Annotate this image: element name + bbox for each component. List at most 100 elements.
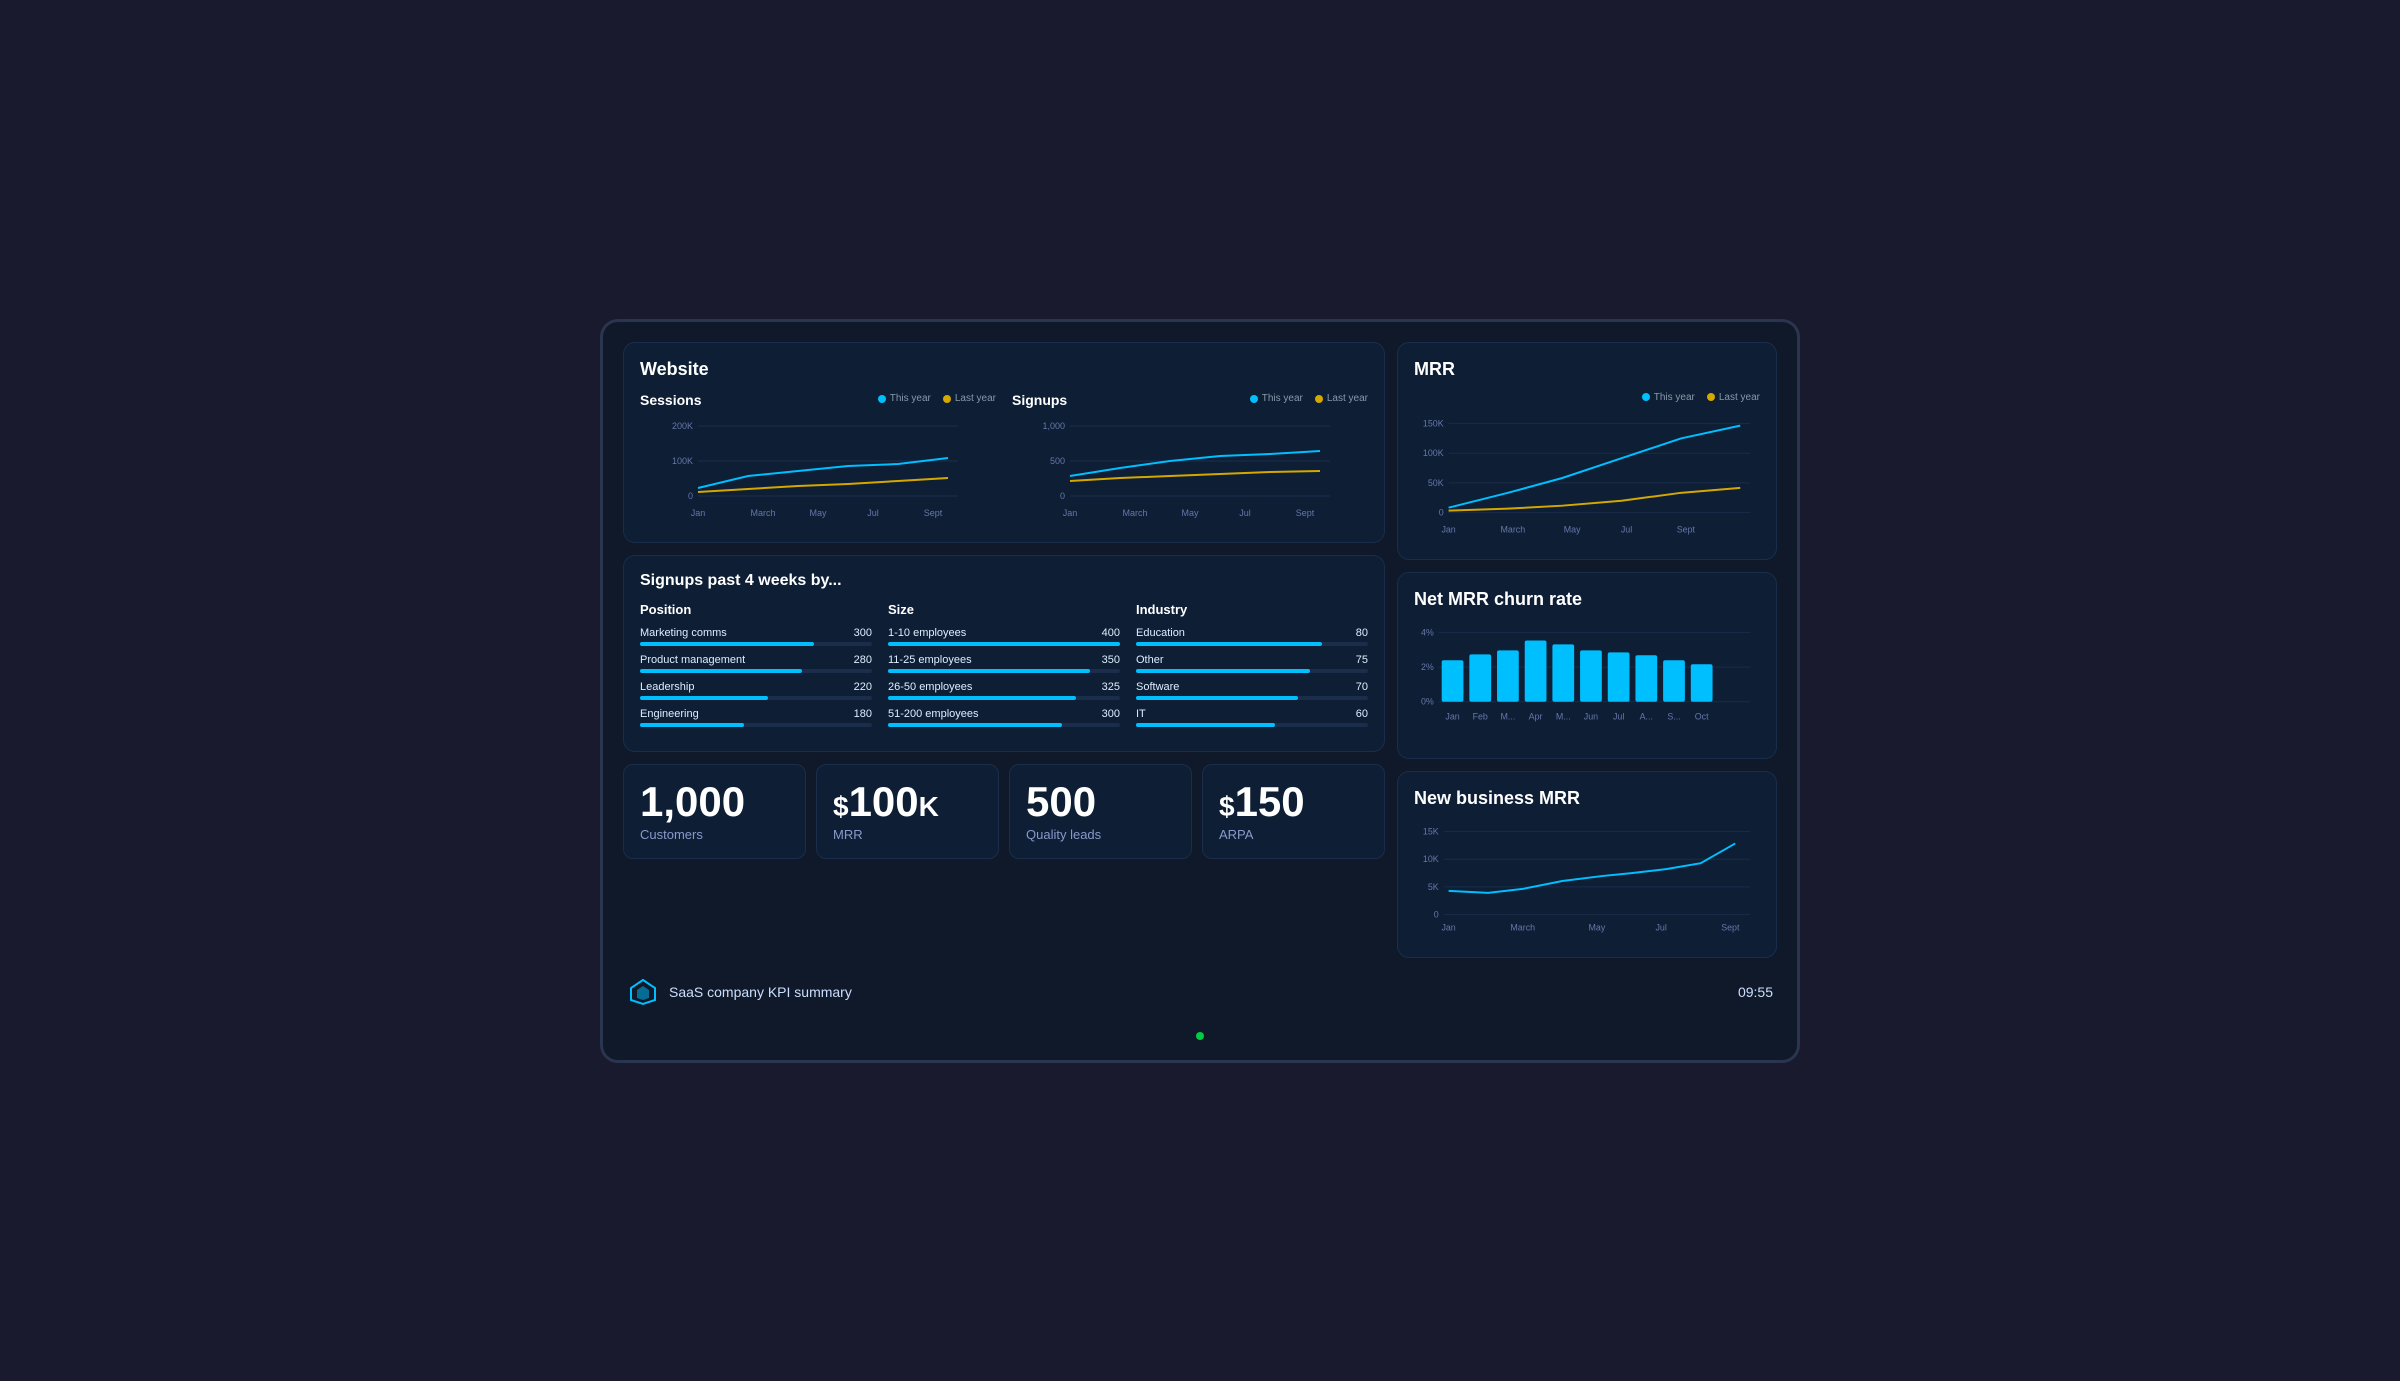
svg-text:Jul: Jul [1239,508,1251,518]
svg-text:May: May [1564,524,1581,534]
signups-breakdown-card: Signups past 4 weeks by... Position Mark… [623,555,1385,752]
svg-text:0%: 0% [1421,696,1434,706]
industry-value-0: 80 [1356,627,1368,639]
position-row-0: Marketing comms 300 [640,627,872,646]
svg-text:March: March [750,508,775,518]
signups-label: Signups [1012,392,1067,408]
sessions-section: Sessions This year Last year [640,392,996,526]
net-mrr-churn-chart-container: 4% 2% 0% [1414,622,1760,742]
kpi-grid: 1,000 Customers $100K MRR 500 Quality le… [623,764,1385,859]
svg-text:Sept: Sept [924,508,943,518]
left-column: Website Sessions This year [623,342,1385,958]
signups-last-year-dot [1315,395,1323,403]
svg-text:A...: A... [1640,711,1653,721]
svg-text:4%: 4% [1421,627,1434,637]
kpi-customers-number: 1,000 [640,781,789,823]
svg-text:March: March [1501,524,1526,534]
size-value-3: 300 [1102,708,1120,720]
svg-text:Jul: Jul [1613,711,1624,721]
size-bar-1 [888,669,1090,673]
industry-row-1: Other 75 [1136,654,1368,673]
signups-breakdown-title: Signups past 4 weeks by... [640,572,1368,590]
size-column-title: Size [888,602,1120,617]
svg-text:500: 500 [1050,456,1065,466]
signups-legend-this-year: This year [1250,393,1303,404]
size-value-1: 350 [1102,654,1120,666]
position-row-1: Product management 280 [640,654,872,673]
new-business-mrr-title: New business MRR [1414,788,1760,809]
svg-text:150K: 150K [1423,418,1444,428]
svg-text:100K: 100K [672,456,693,466]
industry-row-3: IT 60 [1136,708,1368,727]
signups-this-year-dot [1250,395,1258,403]
position-name-2: Leadership [640,681,694,693]
size-bar-3 [888,723,1062,727]
net-mrr-churn-chart: 4% 2% 0% [1414,622,1760,742]
position-bar-2 [640,696,768,700]
industry-name-2: Software [1136,681,1179,693]
industry-bar-2 [1136,696,1298,700]
position-column: Position Marketing comms 300 Product man… [640,602,872,735]
signups-chart: 1,000 500 0 Jan March May Jul [1012,416,1368,526]
size-name-2: 26-50 employees [888,681,972,693]
sessions-chart-container: 200K 100K 0 Jan March May [640,416,996,526]
svg-text:Jul: Jul [1621,524,1632,534]
footer-left: SaaS company KPI summary [627,976,852,1008]
mrr-title: MRR [1414,359,1760,380]
kpi-arpa: $150 ARPA [1202,764,1385,859]
size-bar-0 [888,642,1120,646]
kpi-mrr-number: $100K [833,781,982,823]
svg-text:200K: 200K [672,421,693,431]
new-business-mrr-card: New business MRR 15K 10K 5K 0 [1397,771,1777,958]
footer-bar: SaaS company KPI summary 09:55 [623,970,1777,1014]
svg-text:Sept: Sept [1296,508,1315,518]
svg-text:Feb: Feb [1473,711,1488,721]
svg-text:M...: M... [1501,711,1516,721]
position-bar-1 [640,669,802,673]
signups-chart-container: 1,000 500 0 Jan March May Jul [1012,416,1368,526]
industry-bar-1 [1136,669,1310,673]
svg-text:May: May [809,508,827,518]
website-charts: Sessions This year Last year [640,392,1368,526]
svg-text:10K: 10K [1423,854,1439,864]
mrr-chart-container: 150K 100K 50K 0 Jan March May Jul Sept [1414,413,1760,543]
svg-text:M...: M... [1556,711,1571,721]
industry-value-2: 70 [1356,681,1368,693]
kpi-mrr: $100K MRR [816,764,999,859]
sessions-label: Sessions [640,392,701,408]
main-grid: Website Sessions This year [623,342,1777,958]
mrr-legend-last-year: Last year [1707,392,1760,403]
svg-text:Apr: Apr [1529,711,1543,721]
mrr-chart: 150K 100K 50K 0 Jan March May Jul Sept [1414,413,1760,543]
svg-text:0: 0 [1434,909,1439,919]
svg-text:100K: 100K [1423,448,1444,458]
svg-text:Jul: Jul [867,508,879,518]
svg-text:Jan: Jan [1063,508,1078,518]
industry-name-3: IT [1136,708,1146,720]
kpi-arpa-label: ARPA [1219,827,1368,842]
size-value-0: 400 [1102,627,1120,639]
svg-text:S...: S... [1667,711,1680,721]
kpi-leads-label: Quality leads [1026,827,1175,842]
right-column: MRR This year Last year [1397,342,1777,958]
industry-row-0: Education 80 [1136,627,1368,646]
size-row-1: 11-25 employees 350 [888,654,1120,673]
position-bar-0 [640,642,814,646]
industry-name-1: Other [1136,654,1164,666]
sessions-legend-last-year: Last year [943,393,996,404]
kpi-customers: 1,000 Customers [623,764,806,859]
size-row-2: 26-50 employees 325 [888,681,1120,700]
size-name-3: 51-200 employees [888,708,979,720]
kpi-leads: 500 Quality leads [1009,764,1192,859]
signups-legend-last-year: Last year [1315,393,1368,404]
kpi-customers-label: Customers [640,827,789,842]
svg-text:50K: 50K [1428,477,1444,487]
sessions-legend: This year Last year [878,393,996,404]
new-business-mrr-chart-container: 15K 10K 5K 0 Jan March May Jul Sept [1414,821,1760,941]
dashboard-screen: Website Sessions This year [600,319,1800,1063]
position-value-2: 220 [854,681,872,693]
size-name-0: 1-10 employees [888,627,966,639]
kpi-leads-number: 500 [1026,781,1175,823]
size-bar-2 [888,696,1076,700]
industry-bar-0 [1136,642,1322,646]
